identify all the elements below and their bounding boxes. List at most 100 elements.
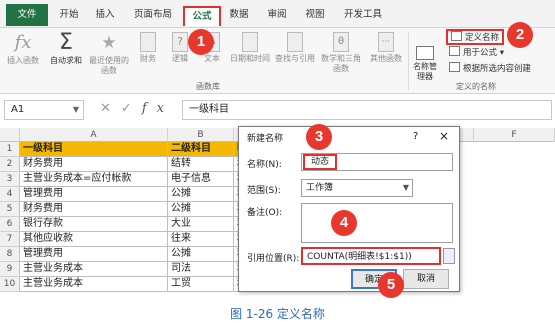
insert-function-button[interactable]: fx 插入函数 xyxy=(4,32,42,66)
clock-book-icon xyxy=(242,32,258,52)
tab-developer[interactable]: 开发工具 xyxy=(340,6,386,26)
define-name-label: 定义名称 xyxy=(465,33,500,43)
table-cell[interactable]: 大业 xyxy=(168,217,234,232)
table-cell[interactable]: 公摊 xyxy=(168,247,234,262)
tab-home[interactable]: 开始 xyxy=(56,6,82,26)
dialog-title: 新建名称 xyxy=(247,134,284,144)
enter-icon[interactable]: ✓ xyxy=(121,101,142,116)
ribbon-divider xyxy=(408,32,409,90)
autosum-label: 自动求和 xyxy=(50,56,82,65)
row-header[interactable]: 9 xyxy=(0,262,20,277)
table-cell[interactable]: 公摊 xyxy=(168,187,234,202)
table-cell[interactable]: 管理费用 xyxy=(20,247,168,262)
lookup-book-icon xyxy=(287,32,303,52)
row-header[interactable]: 5 xyxy=(0,202,20,217)
logic-label: 逻辑 xyxy=(172,54,188,63)
tab-page-layout[interactable]: 页面布局 xyxy=(130,6,176,26)
table-cell[interactable]: 电子信息 xyxy=(168,172,234,187)
row-header[interactable]: 8 xyxy=(0,247,20,262)
sigma-icon: Σ xyxy=(59,30,73,55)
table-cell[interactable]: 财务费用 xyxy=(20,202,168,217)
column-header-f[interactable]: F xyxy=(474,128,555,142)
question-book-icon: ? xyxy=(172,32,188,52)
select-all-corner[interactable] xyxy=(0,128,20,142)
table-cell[interactable]: 其他应收款 xyxy=(20,232,168,247)
row-header[interactable]: 3 xyxy=(0,172,20,187)
other-functions-button[interactable]: ··· 其他函数 xyxy=(366,32,406,64)
tab-file[interactable]: 文件 xyxy=(6,4,48,26)
row-header[interactable]: 6 xyxy=(0,217,20,232)
text-label: 文本 xyxy=(204,54,220,63)
use-in-formula-icon xyxy=(449,46,460,56)
fx-icon[interactable]: fx xyxy=(142,101,174,116)
row-header[interactable]: 2 xyxy=(0,157,20,172)
close-icon[interactable]: × xyxy=(439,129,449,143)
row-header[interactable]: 4 xyxy=(0,187,20,202)
chevron-down-icon[interactable]: ▼ xyxy=(73,101,79,119)
name-value: 动态 xyxy=(303,154,338,170)
callout-2: 2 xyxy=(507,22,533,48)
recent-functions-button[interactable]: ★ 最近使用的函数 xyxy=(88,32,130,76)
name-label: 名称(N): xyxy=(247,160,282,170)
define-name-button[interactable]: 定义名称 xyxy=(446,29,505,45)
lookup-button[interactable]: 查找与引用 xyxy=(274,32,316,64)
ribbon-tab-bar: 文件 开始 插入 页面布局 公式 数据 审阅 视图 开发工具 xyxy=(0,0,555,28)
tab-formulas[interactable]: 公式 xyxy=(183,6,221,26)
use-in-formula-button[interactable]: 用于公式 ▾ xyxy=(449,46,504,60)
callout-3: 3 xyxy=(306,124,332,150)
name-manager-label: 名称管理器 xyxy=(413,62,437,81)
row-header[interactable]: 1 xyxy=(0,142,20,157)
datetime-button[interactable]: 日期和时间 xyxy=(230,32,270,64)
table-cell[interactable]: 二级科目 xyxy=(168,142,234,157)
cancel-icon[interactable]: ✕ xyxy=(100,101,121,116)
refers-to-label: 引用位置(R): xyxy=(247,254,300,264)
row-header[interactable]: 7 xyxy=(0,232,20,247)
tab-insert[interactable]: 插入 xyxy=(92,6,118,26)
refers-to-field[interactable]: COUNTA(明细表!$1:$1)) xyxy=(301,247,441,265)
table-cell[interactable]: 主营业务成本 xyxy=(20,262,168,277)
table-cell[interactable]: 司法 xyxy=(168,262,234,277)
column-header-a[interactable]: A xyxy=(20,128,168,142)
math-label: 数学和三角函数 xyxy=(321,54,361,73)
table-cell[interactable]: 银行存款 xyxy=(20,217,168,232)
create-from-selection-button[interactable]: 根据所选内容创建 xyxy=(449,62,531,76)
create-from-selection-label: 根据所选内容创建 xyxy=(463,64,532,74)
help-icon[interactable]: ? xyxy=(413,131,418,142)
table-cell[interactable]: 往来 xyxy=(168,232,234,247)
collapse-dialog-icon[interactable] xyxy=(443,248,455,264)
figure-caption: 图 1-26 定义名称 xyxy=(230,307,325,321)
finance-button[interactable]: 财务 xyxy=(134,32,162,64)
math-button[interactable]: θ 数学和三角函数 xyxy=(320,32,362,74)
comment-textarea[interactable] xyxy=(301,203,453,243)
row-header[interactable]: 10 xyxy=(0,277,20,292)
table-cell[interactable]: 一级科目 xyxy=(20,142,168,157)
name-manager-button[interactable]: 名称管理器 xyxy=(410,46,440,82)
cancel-button[interactable]: 取消 xyxy=(403,269,449,289)
table-cell[interactable]: 主营业务成本=应付帐款 xyxy=(20,172,168,187)
defined-names-group-label: 定义的名称 xyxy=(456,82,496,91)
function-library-group-label: 函数库 xyxy=(196,82,220,91)
table-cell[interactable]: 管理费用 xyxy=(20,187,168,202)
recent-label: 最近使用的函数 xyxy=(89,56,129,75)
table-cell[interactable]: 主营业务成本 xyxy=(20,277,168,292)
new-name-dialog: 新建名称 ? × 名称(N): 动态 范围(S): 工作簿 ▼ 备注(O): 引… xyxy=(238,126,460,292)
autosum-button[interactable]: Σ 自动求和 xyxy=(46,32,86,66)
column-header-b[interactable]: B xyxy=(168,128,234,142)
table-cell[interactable]: 工贸 xyxy=(168,277,234,292)
formula-input[interactable]: 一级科目 xyxy=(182,100,552,120)
theta-book-icon: θ xyxy=(333,32,349,52)
tab-view[interactable]: 视图 xyxy=(302,6,328,26)
tab-data[interactable]: 数据 xyxy=(226,6,252,26)
chevron-down-icon: ▼ xyxy=(402,183,409,192)
formula-bar-icons: ✕✓fx xyxy=(100,101,174,116)
tab-review[interactable]: 审阅 xyxy=(264,6,290,26)
table-cell[interactable]: 结转 xyxy=(168,157,234,172)
name-box[interactable]: A1 ▼ xyxy=(4,100,84,120)
table-cell[interactable]: 财务费用 xyxy=(20,157,168,172)
more-book-icon: ··· xyxy=(378,32,394,52)
name-field[interactable]: 动态 xyxy=(301,153,453,171)
formula-bar: A1 ▼ ✕✓fx 一级科目 xyxy=(0,100,555,122)
fx-icon: fx xyxy=(14,32,32,53)
scope-select[interactable]: 工作簿 ▼ xyxy=(301,179,413,197)
table-cell[interactable]: 公摊 xyxy=(168,202,234,217)
